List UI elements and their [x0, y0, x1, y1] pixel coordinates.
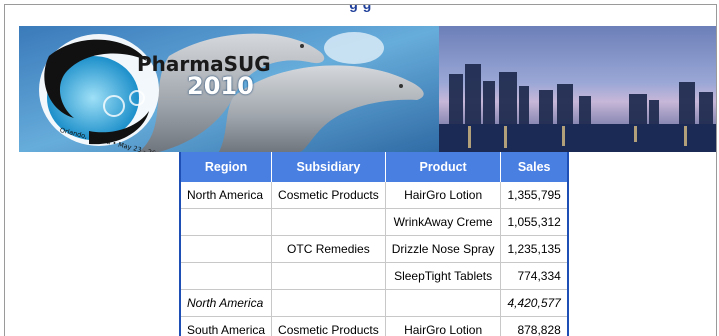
- cell-subsidiary: [272, 290, 386, 317]
- sales-report-table: Region Subsidiary Product Sales North Am…: [179, 152, 569, 336]
- cell-region: [180, 236, 272, 263]
- cell-subsidiary: Cosmetic Products: [272, 317, 386, 336]
- table-row: WrinkAway Creme 1,055,312: [180, 209, 568, 236]
- cell-subsidiary: [272, 263, 386, 290]
- pharmasug-logo: [39, 34, 159, 146]
- table-row: North America Cosmetic Products HairGro …: [180, 182, 568, 209]
- report-frame: g g: [4, 4, 717, 336]
- cell-product: HairGro Lotion: [385, 182, 501, 209]
- table-row: OTC Remedies Drizzle Nose Spray 1,235,13…: [180, 236, 568, 263]
- table-row: SleepTight Tablets 774,334: [180, 263, 568, 290]
- table-row: South America Cosmetic Products HairGro …: [180, 317, 568, 336]
- cell-product: Drizzle Nose Spray: [385, 236, 501, 263]
- column-header-region[interactable]: Region: [180, 152, 272, 182]
- banner-image: [19, 26, 717, 152]
- cell-region: [180, 263, 272, 290]
- table-header-row: Region Subsidiary Product Sales: [180, 152, 568, 182]
- conference-banner: PharmaSUG 2010 Orlando, Florida • May 23…: [19, 26, 717, 152]
- logo-year: 2010: [187, 72, 254, 100]
- cell-region: [180, 209, 272, 236]
- cell-subsidiary: [272, 209, 386, 236]
- column-header-product[interactable]: Product: [385, 152, 501, 182]
- cell-region: South America: [180, 317, 272, 336]
- cell-sales: 774,334: [501, 263, 568, 290]
- column-header-sales[interactable]: Sales: [501, 152, 568, 182]
- cell-product: HairGro Lotion: [385, 317, 501, 336]
- cell-subsidiary: OTC Remedies: [272, 236, 386, 263]
- cell-product: SleepTight Tablets: [385, 263, 501, 290]
- page-heading: g g: [5, 4, 716, 12]
- cell-product: [385, 290, 501, 317]
- subtotal-row: North America 4,420,577: [180, 290, 568, 317]
- column-header-subsidiary[interactable]: Subsidiary: [272, 152, 386, 182]
- cell-sales: 1,055,312: [501, 209, 568, 236]
- cell-sales: 878,828: [501, 317, 568, 336]
- cell-product: WrinkAway Creme: [385, 209, 501, 236]
- cell-region: North America: [180, 182, 272, 209]
- cell-sales: 1,355,795: [501, 182, 568, 209]
- cell-sales: 1,235,135: [501, 236, 568, 263]
- cell-subsidiary: Cosmetic Products: [272, 182, 386, 209]
- cell-region: North America: [180, 290, 272, 317]
- cell-sales: 4,420,577: [501, 290, 568, 317]
